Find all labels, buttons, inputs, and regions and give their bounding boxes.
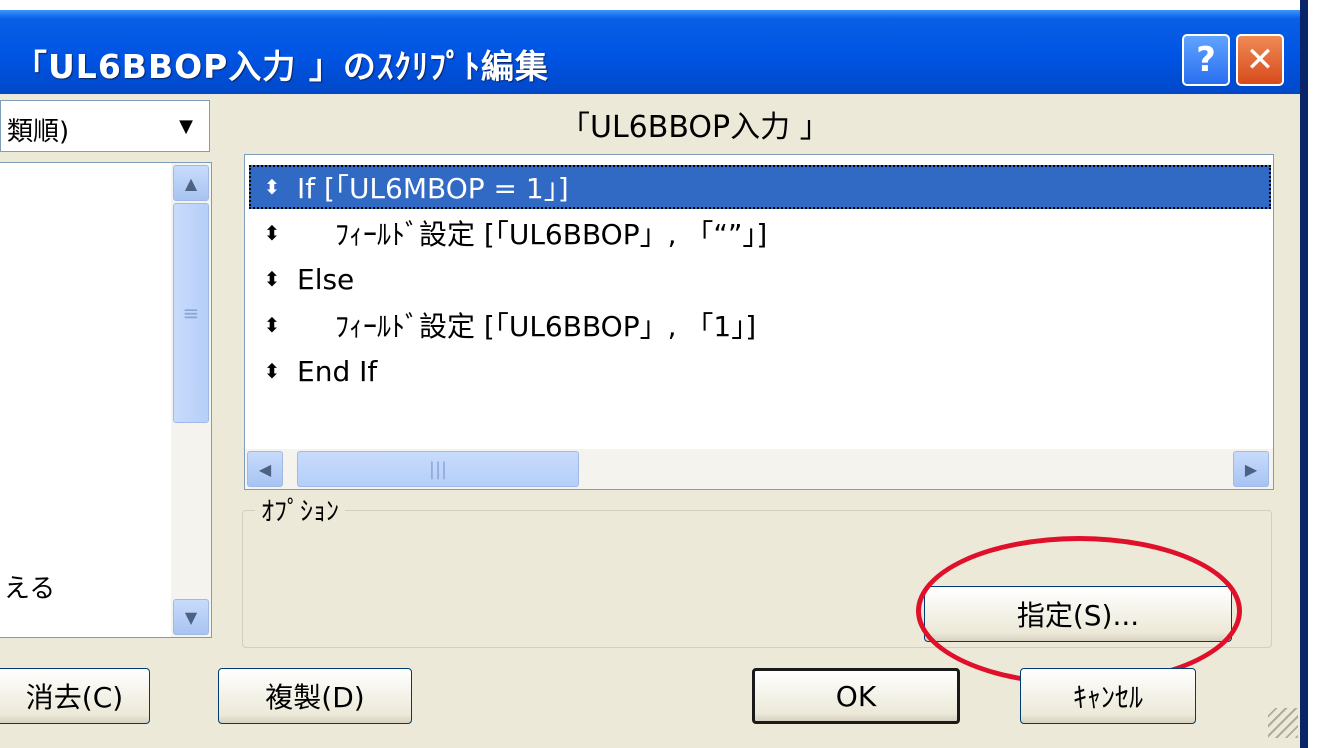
sort-order-value: 類順) [7,117,70,147]
scroll-thumb[interactable]: ≡ [173,203,209,423]
ok-button[interactable]: OK [752,668,960,724]
list-item[interactable]: える [4,568,55,605]
script-line[interactable]: ⬍ ﾌｨｰﾙﾄﾞ設定 [「UL6BBOP」, 「1」] [249,303,1271,347]
drag-handle-icon[interactable]: ⬍ [257,175,287,199]
clear-button[interactable]: 消去(C) [0,668,150,724]
cancel-button[interactable]: ｷｬﾝｾﾙ [1020,668,1196,724]
vertical-scrollbar[interactable]: ▲ ≡ ▼ [171,163,211,637]
script-line-text: End If [297,354,378,388]
script-editor[interactable]: ⬍ If [「UL6MBOP = 1」] ⬍ ﾌｨｰﾙﾄﾞ設定 [「UL6BBOP」,… [244,154,1274,490]
script-line-text: ﾌｨｰﾙﾄﾞ設定 [「UL6BBOP」, 「“”」] [335,218,768,251]
drag-handle-icon[interactable]: ⬍ [257,313,287,337]
horizontal-scrollbar[interactable]: ◀ ||| ▶ [245,449,1273,489]
scroll-thumb[interactable]: ||| [297,451,579,487]
resize-grip[interactable] [1268,708,1298,738]
scroll-right-icon[interactable]: ▶ [1233,451,1269,487]
script-line-text: Else [297,262,355,296]
script-line[interactable]: ⬍ Else [249,257,1271,301]
title-bar[interactable]: 「UL6BBOP入力 」のｽｸﾘﾌﾟﾄ編集 ? ✕ [0,10,1300,94]
window-edge [1300,0,1308,748]
close-button[interactable]: ✕ [1236,34,1284,86]
sort-order-dropdown[interactable]: 類順) ▼ [0,100,210,152]
scroll-down-icon[interactable]: ▼ [173,599,209,635]
scroll-up-icon[interactable]: ▲ [173,165,209,201]
drag-handle-icon[interactable]: ⬍ [257,221,287,245]
script-step-list[interactable]: える ▲ ≡ ▼ [0,162,212,638]
close-icon: ✕ [1245,40,1275,80]
duplicate-button[interactable]: 複製(D) [218,668,412,724]
script-line[interactable]: ⬍ If [「UL6MBOP = 1」] [249,165,1271,209]
help-icon: ? [1196,40,1216,80]
script-line[interactable]: ⬍ ﾌｨｰﾙﾄﾞ設定 [「UL6BBOP」, 「“”」] [249,211,1271,255]
options-label: ｵﾌﾟｼｮﾝ [255,491,346,528]
drag-handle-icon[interactable]: ⬍ [257,267,287,291]
specify-button[interactable]: 指定(S)... [924,586,1232,642]
script-line[interactable]: ⬍ End If [249,349,1271,393]
background-strip [1308,0,1332,748]
help-button[interactable]: ? [1182,34,1230,86]
chevron-down-icon[interactable]: ▼ [169,109,203,143]
drag-handle-icon[interactable]: ⬍ [257,359,287,383]
script-line-text: ﾌｨｰﾙﾄﾞ設定 [「UL6BBOP」, 「1」] [335,310,757,343]
script-name-heading: 「UL6BBOP入力 」 [560,110,830,145]
scroll-left-icon[interactable]: ◀ [247,451,283,487]
script-line-text: If [「UL6MBOP = 1」] [297,172,569,205]
window-title: 「UL6BBOP入力 」のｽｸﾘﾌﾟﾄ編集 [14,47,549,86]
